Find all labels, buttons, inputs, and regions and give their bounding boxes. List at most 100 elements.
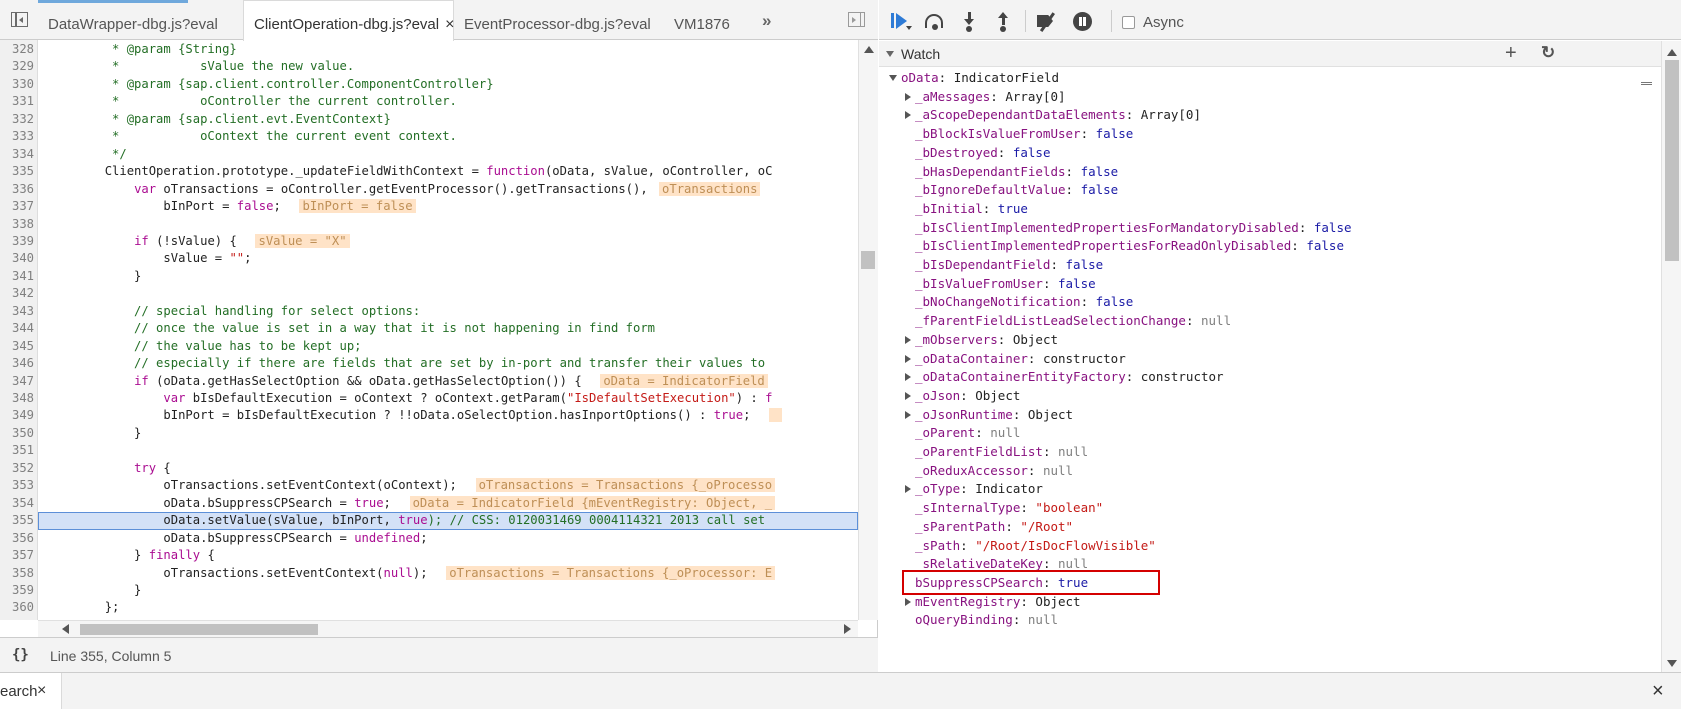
watch-property[interactable]: _oDataContainerEntityFactory: constructo…	[905, 367, 1224, 387]
line-number[interactable]: 331	[0, 93, 38, 111]
line-number[interactable]: 357	[0, 547, 38, 565]
line-number[interactable]: 341	[0, 267, 38, 286]
scroll-up-icon[interactable]	[864, 46, 874, 53]
expand-triangle-icon[interactable]	[905, 111, 911, 120]
scroll-left-icon[interactable]	[62, 624, 69, 634]
line-number[interactable]: 340	[0, 250, 38, 268]
line-number[interactable]: 355	[0, 512, 38, 530]
line-number[interactable]: 333	[0, 128, 38, 146]
line-number[interactable]: 356	[0, 529, 38, 548]
line-number[interactable]: 359	[0, 581, 38, 600]
code-line[interactable]: 357 } finally {	[0, 547, 858, 565]
expand-triangle-icon[interactable]	[905, 354, 911, 363]
expand-triangle-icon[interactable]	[905, 597, 911, 606]
expand-triangle-icon[interactable]	[905, 410, 911, 419]
tab-search[interactable]: earch ×	[0, 673, 62, 709]
code-line[interactable]: 334 */	[0, 145, 858, 164]
code-line[interactable]: 328 * @param {String}	[0, 41, 858, 59]
line-number[interactable]: 330	[0, 75, 38, 94]
scroll-thumb[interactable]	[861, 251, 875, 269]
line-number[interactable]: 350	[0, 424, 38, 443]
scroll-thumb[interactable]	[80, 624, 318, 635]
current-execution-line[interactable]: 355 oData.setValue(sValue, bInPort, true…	[0, 512, 858, 531]
close-tab-icon[interactable]: ×	[37, 682, 46, 700]
line-number[interactable]: 332	[0, 110, 38, 129]
editor-vertical-scrollbar[interactable]	[858, 40, 878, 620]
code-line[interactable]: 352 try {	[0, 459, 858, 478]
scroll-up-icon[interactable]	[1667, 49, 1677, 56]
code-line[interactable]: 359 }	[0, 581, 858, 600]
line-number[interactable]: 351	[0, 442, 38, 460]
watch-property[interactable]: _oJson: Object	[905, 386, 1020, 406]
expanded-triangle-icon[interactable]	[889, 75, 897, 81]
code-editor[interactable]: 328 * @param {String} 329 * sValue the ne…	[0, 40, 858, 620]
toggle-debugger-icon[interactable]	[848, 10, 868, 30]
code-line[interactable]: 337 bInPort = false; bInPort = false	[0, 198, 858, 216]
line-number[interactable]: 334	[0, 145, 38, 164]
code-line[interactable]: 348 var bIsDefaultExecution = oContext ?…	[0, 390, 858, 408]
code-line[interactable]: 356 oData.bSuppressCPSearch = undefined;	[0, 529, 858, 548]
code-line[interactable]: 330 * @param {sap.client.controller.Comp…	[0, 75, 858, 94]
code-line[interactable]: 342	[0, 285, 858, 303]
pause-on-exceptions-icon[interactable]	[1073, 12, 1095, 32]
line-number[interactable]: 339	[0, 232, 38, 251]
code-line[interactable]: 340 sValue = "";	[0, 250, 858, 268]
line-number[interactable]: 349	[0, 407, 38, 425]
line-number[interactable]: 358	[0, 564, 38, 582]
line-number[interactable]: 342	[0, 285, 38, 303]
deactivate-breakpoints-icon[interactable]	[1037, 12, 1059, 32]
tab-vm1876[interactable]: VM1876	[664, 0, 754, 40]
expand-triangle-icon[interactable]	[905, 92, 911, 101]
line-number[interactable]: 361	[0, 616, 38, 620]
line-number[interactable]: 343	[0, 302, 38, 321]
code-line[interactable]: 351	[0, 442, 858, 460]
code-line[interactable]: 335 ClientOperation.prototype._updateFie…	[0, 163, 858, 181]
watch-property[interactable]: _aMessages: Array[0]	[905, 87, 1066, 107]
scroll-down-icon[interactable]	[1667, 660, 1677, 667]
refresh-watch-icon[interactable]: ↻	[1541, 43, 1555, 63]
step-into-icon[interactable]	[959, 12, 981, 32]
watch-property[interactable]: _oType: Indicator	[905, 479, 1043, 499]
line-number[interactable]: 329	[0, 58, 38, 76]
line-number[interactable]: 348	[0, 390, 38, 408]
code-line[interactable]: 354 oData.bSuppressCPSearch = true; oDat…	[0, 494, 858, 513]
code-line[interactable]: 358 oTransactions.setEventContext(null);…	[0, 564, 858, 582]
editor-horizontal-scrollbar[interactable]	[38, 620, 858, 637]
line-number[interactable]: 360	[0, 599, 38, 617]
line-number[interactable]: 353	[0, 477, 38, 495]
expand-triangle-icon[interactable]	[905, 391, 911, 400]
line-number[interactable]: 338	[0, 215, 38, 233]
code-line[interactable]: 343 // special handling for select optio…	[0, 302, 858, 321]
add-watch-icon[interactable]: +	[1505, 42, 1517, 65]
step-over-icon[interactable]	[924, 12, 946, 32]
code-line[interactable]: 339 if (!sValue) { sValue = "X"	[0, 232, 858, 251]
tab-eventprocessor[interactable]: EventProcessor-dbg.js?eval	[454, 0, 664, 40]
code-line[interactable]: 338	[0, 215, 858, 233]
line-number[interactable]: 345	[0, 337, 38, 356]
code-line[interactable]: 329 * sValue the new value.	[0, 58, 858, 76]
code-line[interactable]: 353 oTransactions.setEventContext(oConte…	[0, 477, 858, 495]
collapse-triangle-icon[interactable]	[886, 51, 894, 57]
line-number[interactable]: 336	[0, 180, 38, 199]
code-line[interactable]: 331 * oController the current controller…	[0, 93, 858, 111]
line-number[interactable]: 335	[0, 163, 38, 181]
expand-triangle-icon[interactable]	[905, 335, 911, 344]
line-number[interactable]: 337	[0, 198, 38, 216]
code-line[interactable]: 347 if (oData.getHasSelectOption && oDat…	[0, 372, 858, 390]
step-out-icon[interactable]	[993, 12, 1015, 32]
code-line[interactable]: 360 };	[0, 599, 858, 617]
code-line[interactable]: 336 var oTransactions = oController.getE…	[0, 180, 858, 199]
watch-property[interactable]: _aScopeDependantDataElements: Array[0]	[905, 105, 1201, 125]
scroll-thumb[interactable]	[1665, 60, 1679, 261]
async-checkbox[interactable]	[1122, 16, 1135, 29]
close-drawer-icon[interactable]: ×	[1652, 680, 1664, 703]
code-line[interactable]: 333 * oContext the current event context…	[0, 128, 858, 146]
code-line[interactable]: 341 }	[0, 267, 858, 286]
code-line[interactable]: 332 * @param {sap.client.evt.EventContex…	[0, 110, 858, 129]
line-number[interactable]: 354	[0, 494, 38, 513]
watch-property[interactable]: _oDataContainer: constructor	[905, 349, 1126, 369]
watch-property[interactable]: _oJsonRuntime: Object	[905, 405, 1073, 425]
watch-property[interactable]: _mObservers: Object	[905, 330, 1058, 350]
delete-watch-icon[interactable]	[1641, 82, 1652, 85]
resume-icon[interactable]	[891, 12, 913, 32]
